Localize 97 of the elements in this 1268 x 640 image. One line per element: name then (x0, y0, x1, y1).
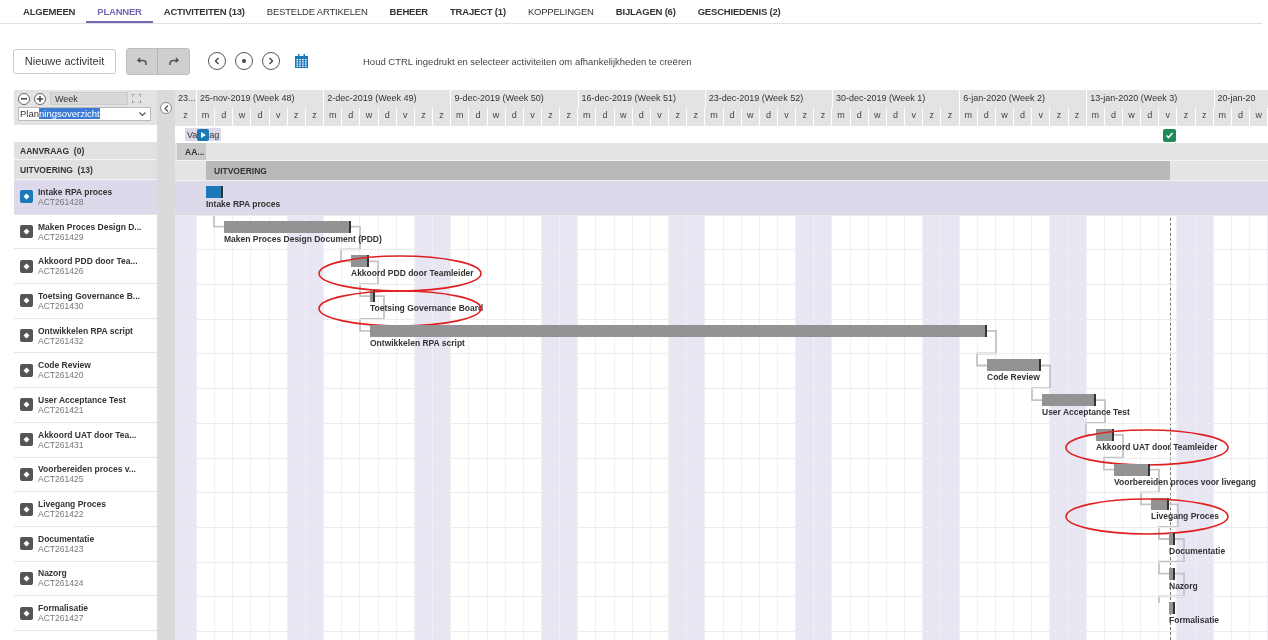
tab[interactable]: ACTIVITEITEN (13) (152, 0, 256, 23)
group-header[interactable]: UITVOERING (13) (14, 160, 157, 180)
day-header: m (324, 108, 343, 126)
week-header: 23-dec-2019 (Week 52) (705, 90, 833, 108)
task-label: Akkoord UAT door Teamleider (1096, 441, 1218, 452)
day-header: m (197, 108, 216, 126)
task-label: Maken Proces Design Document (PDD) (224, 233, 382, 244)
tab[interactable]: TRAJECT (1) (439, 0, 517, 23)
group-bar: AA... (177, 143, 206, 160)
week-header: 25-nov-2019 (Week 48) (197, 90, 325, 108)
week-header: 30-dec-2019 (Week 1) (832, 90, 961, 108)
day-header: m (578, 108, 597, 126)
day-header: d (1014, 108, 1033, 126)
activity-id: ACT261422 (38, 509, 85, 520)
activity-name: Formalisatie (38, 603, 89, 614)
day-header: z (796, 108, 815, 126)
day-header: z (175, 108, 197, 126)
day-header: z (1177, 108, 1196, 126)
week-header: 13-jan-2020 (Week 3) (1087, 90, 1215, 108)
task-label: Ontwikkelen RPA script (370, 337, 465, 348)
activity-name: Maken Proces Design D... (38, 221, 142, 232)
tab[interactable]: PLANNER (86, 0, 153, 23)
activity-id: ACT261425 (38, 474, 85, 485)
task-label: Akkoord PDD door Teamleider (351, 268, 474, 279)
task-label: Nazorg (1169, 580, 1198, 591)
activity-name: Livegang Proces (38, 499, 107, 510)
activity-name: Toetsing Governance B... (38, 290, 140, 301)
tab[interactable]: BESTELDE ARTIKELEN (255, 0, 379, 23)
day-header: w (233, 108, 252, 126)
task-label: User Acceptance Test (1042, 407, 1130, 418)
tab[interactable]: GESCHIEDENIS (2) (686, 0, 792, 23)
task-label: Livegang Proces (1151, 511, 1220, 522)
activity-id: ACT261430 (38, 300, 85, 311)
day-header: m (451, 108, 470, 126)
day-header: z (433, 108, 452, 126)
day-header: z (560, 108, 579, 126)
task-label: Formalisatie (1169, 615, 1220, 626)
today-marker: Va ag (185, 128, 222, 141)
day-header: z (669, 108, 688, 126)
activity-id: ACT261426 (38, 266, 85, 277)
activity-name: Code Review (38, 360, 91, 371)
activity-id: ACT261432 (38, 335, 85, 346)
activity-id: ACT261429 (38, 231, 85, 242)
tab[interactable]: BIJLAGEN (6) (604, 0, 687, 23)
day-header: z (814, 108, 833, 126)
new-activity-button[interactable]: Nieuwe activiteit (13, 48, 116, 74)
day-header: d (469, 108, 488, 126)
tab[interactable]: ALGEMEEN (12, 0, 87, 23)
group-bar: UITVOERING (206, 161, 1170, 180)
day-header: m (832, 108, 851, 126)
activity-id: ACT261427 (38, 613, 85, 624)
day-header: z (941, 108, 960, 126)
day-header: v (778, 108, 797, 126)
activity-id: ACT261423 (38, 543, 85, 554)
activity-id: ACT261431 (38, 439, 85, 450)
week-header: 2-dec-2019 (Week 49) (324, 90, 452, 108)
activity-id: ACT261421 (38, 404, 84, 415)
activity-id: ACT261420 (38, 370, 85, 381)
day-header: d (342, 108, 361, 126)
week-header: 6-jan-2020 (Week 2) (960, 90, 1088, 108)
activity-name: Akkoord PDD door Tea... (38, 256, 138, 267)
hint-text: Houd CTRL ingedrukt en selecteer activiteiten om afhankelijkheden te creëren (363, 55, 692, 67)
day-header: z (687, 108, 706, 126)
week-header: 20-jan-20 (1214, 90, 1268, 108)
day-header: z (923, 108, 942, 126)
day-header: v (1159, 108, 1178, 126)
day-header: d (596, 108, 615, 126)
task-label: Documentatie (1169, 545, 1226, 556)
activity-name: Akkoord UAT door Tea... (38, 429, 137, 440)
activity-row[interactable]: Intake RPA proces ACT261428 (14, 180, 157, 215)
week-header: 9-dec-2019 (Week 50) (451, 90, 579, 108)
day-header: z (1050, 108, 1069, 126)
day-header: v (1032, 108, 1051, 126)
activity-id: ACT261428 (38, 196, 84, 207)
task-label: Code Review (987, 372, 1040, 383)
day-header: d (1141, 108, 1160, 126)
activity-name: Nazorg (38, 568, 68, 579)
activity-name: Documentatie (38, 533, 95, 544)
task-label: Intake RPA proces (206, 199, 281, 209)
activity-id: ACT261424 (38, 578, 84, 589)
week-header: 23... (175, 90, 197, 108)
task-label: Voorbereiden proces voor livegang (1114, 476, 1257, 487)
day-header: w (360, 108, 379, 126)
tab[interactable]: KOPPELINGEN (516, 0, 605, 23)
group-header[interactable]: AANVRAAG (0) (14, 142, 157, 160)
activity-name: Voorbereiden proces v... (38, 464, 136, 475)
activity-name: Intake RPA proces (38, 186, 113, 197)
tab[interactable]: BEHEER (378, 0, 439, 23)
activity-name: User Acceptance Test (38, 394, 126, 405)
activity-name: Ontwikkelen RPA script (38, 325, 133, 336)
day-header: w (1250, 108, 1268, 126)
week-header: 16-dec-2019 (Week 51) (578, 90, 706, 108)
scale-field[interactable]: Week (50, 92, 128, 105)
day-header: v (905, 108, 924, 126)
day-header: d (251, 108, 270, 126)
day-header: d (215, 108, 234, 126)
day-header: m (705, 108, 724, 126)
